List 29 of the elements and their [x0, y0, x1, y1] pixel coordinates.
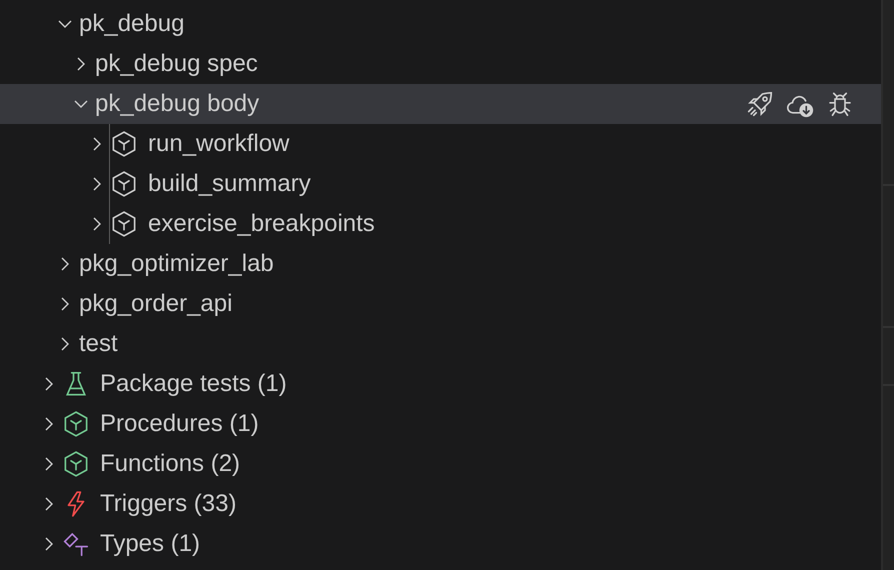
tree-item-label: Types (1)	[100, 529, 200, 559]
tree-row[interactable]: Triggers (33)	[0, 484, 883, 524]
tree-row[interactable]: pk_debug body	[0, 84, 883, 124]
tree-item-label: pkg_order_api	[79, 289, 232, 319]
tree-row[interactable]: pkg_optimizer_lab	[0, 244, 883, 284]
tree-item-label: pkg_optimizer_lab	[79, 249, 274, 279]
tree-item-label: pk_debug body	[95, 89, 260, 119]
tree-item-label: pk_debug spec	[95, 49, 258, 79]
tree-item-label: test	[79, 329, 118, 359]
tree-row[interactable]: Package tests (1)	[0, 364, 883, 404]
tree-item-label: Procedures (1)	[100, 409, 259, 439]
tree-row[interactable]: pk_debug	[0, 4, 883, 44]
tree-item-label: Triggers (33)	[100, 489, 236, 519]
tree-row[interactable]: exercise_breakpoints	[0, 204, 883, 244]
tree-item-label: Package tests (1)	[100, 369, 287, 399]
tree-item-label: exercise_breakpoints	[148, 209, 375, 239]
tree-row[interactable]: build_summary	[0, 164, 883, 204]
rocket-icon[interactable]	[745, 89, 775, 119]
tree-row[interactable]: Types (1)	[0, 524, 883, 564]
tree-row[interactable]: pkg_order_api	[0, 284, 883, 324]
tree-row[interactable]: test	[0, 324, 883, 364]
tree-item-label: run_workflow	[148, 129, 290, 159]
tree-row[interactable]: Procedures (1)	[0, 404, 883, 444]
tree-item-label: build_summary	[148, 169, 311, 199]
tree-row[interactable]: pk_debug spec	[0, 44, 883, 84]
tree-item-label: pk_debug	[79, 9, 184, 39]
tree-row[interactable]: run_workflow	[0, 124, 883, 164]
tree-row[interactable]: Functions (2)	[0, 444, 883, 484]
tree-item-label: Functions (2)	[100, 449, 240, 479]
